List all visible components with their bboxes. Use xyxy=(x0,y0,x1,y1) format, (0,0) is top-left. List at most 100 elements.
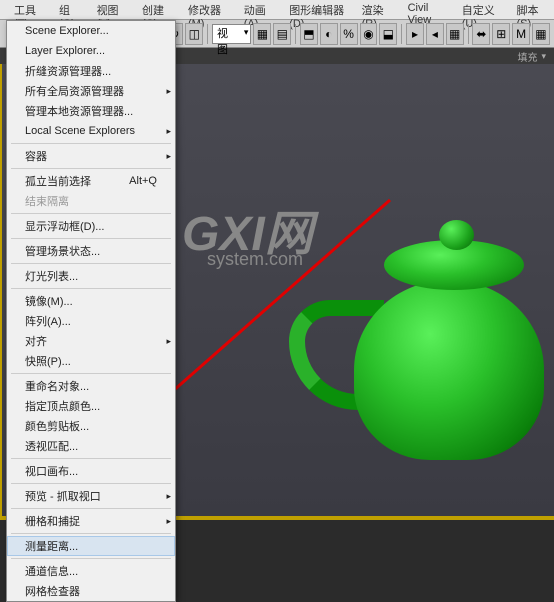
menu-item-label: 指定顶点颜色... xyxy=(25,398,100,414)
menu-view[interactable]: 视图(V) xyxy=(89,0,134,19)
menu-item-label: 重命名对象... xyxy=(25,378,89,394)
menu-item[interactable]: 视口画布... xyxy=(7,461,175,481)
toolbar-btn-10[interactable]: ▦ xyxy=(446,23,464,45)
menu-item-label: 预览 - 抓取视口 xyxy=(25,488,101,504)
menu-item[interactable]: Scene Explorer... xyxy=(7,21,175,41)
menu-shortcut: Alt+Q xyxy=(129,175,157,187)
menu-item[interactable]: 镜像(M)... xyxy=(7,291,175,311)
toolbar-btn-12[interactable]: ⊞ xyxy=(492,23,510,45)
toolbar-btn-7[interactable]: ⬓ xyxy=(379,23,397,45)
menu-group[interactable]: 组(G) xyxy=(51,0,89,19)
menu-customize[interactable]: 自定义(U) xyxy=(454,0,509,19)
menu-item-label: 折缝资源管理器... xyxy=(25,63,111,79)
menu-item[interactable]: 栅格和捕捉 ▸ xyxy=(7,511,175,531)
menu-separator xyxy=(11,238,171,239)
menu-item[interactable]: 颜色剪贴板... xyxy=(7,416,175,436)
toolbar-separator xyxy=(207,24,208,44)
menu-item-label: 视口画布... xyxy=(25,463,78,479)
menu-tools[interactable]: 工具(T) xyxy=(6,0,51,19)
submenu-arrow-icon: ▸ xyxy=(166,336,171,347)
menu-item-label: 对齐 xyxy=(25,333,47,349)
scale-icon[interactable]: ◫ xyxy=(185,23,203,45)
menu-item[interactable]: 阵列(A)... xyxy=(7,311,175,331)
menu-graph-editors[interactable]: 图形编辑器(D) xyxy=(281,0,353,19)
menu-item-label: 通道信息... xyxy=(25,563,78,579)
menu-item-label: 栅格和捕捉 xyxy=(25,513,80,529)
menu-item: 结束隔离 xyxy=(7,191,175,211)
menu-item-label: 显示浮动框(D)... xyxy=(25,218,104,234)
menu-item-label: 所有全局资源管理器 xyxy=(25,83,124,99)
menu-item-label: 网格检查器 xyxy=(25,583,80,599)
menu-rendering[interactable]: 渲染(R) xyxy=(354,0,400,19)
menu-item[interactable]: 预览 - 抓取视口 ▸ xyxy=(7,486,175,506)
menu-item[interactable]: 快照(P)... xyxy=(7,351,175,371)
menu-separator xyxy=(11,508,171,509)
menu-item-label: 测量距离... xyxy=(25,538,78,554)
menu-separator xyxy=(11,263,171,264)
toolbar-btn-11[interactable]: ⬌ xyxy=(472,23,490,45)
menu-item[interactable]: 孤立当前选择 Alt+Q xyxy=(7,171,175,191)
submenu-arrow-icon: ▸ xyxy=(166,491,171,502)
menu-item-label: 结束隔离 xyxy=(25,193,69,209)
toolbar-btn-14[interactable]: ▦ xyxy=(532,23,550,45)
menu-separator xyxy=(11,143,171,144)
menu-separator xyxy=(11,558,171,559)
submenu-arrow-icon: ▸ xyxy=(166,126,171,137)
toolbar-btn-5[interactable]: % xyxy=(340,23,358,45)
menu-item[interactable]: Local Scene Explorers ▸ xyxy=(7,121,175,141)
menu-item-label: 孤立当前选择 xyxy=(25,173,91,189)
toolbar-btn-2[interactable]: ▤ xyxy=(273,23,291,45)
submenu-arrow-icon: ▸ xyxy=(166,516,171,527)
chevron-down-icon[interactable]: ▾ xyxy=(541,51,546,62)
toolbar-separator xyxy=(468,24,469,44)
menu-item[interactable]: 管理场景状态... xyxy=(7,241,175,261)
menu-item[interactable]: 网格检查器 xyxy=(7,581,175,601)
toolbar-btn-8[interactable]: ▸ xyxy=(406,23,424,45)
menu-item-label: Local Scene Explorers xyxy=(25,125,135,137)
menu-item[interactable]: 显示浮动框(D)... xyxy=(7,216,175,236)
viewport-header-label: 填充 xyxy=(517,49,537,64)
submenu-arrow-icon: ▸ xyxy=(166,151,171,162)
menu-item[interactable]: 折缝资源管理器... xyxy=(7,61,175,81)
menu-scripting[interactable]: 脚本(S) xyxy=(509,0,554,19)
teapot-model[interactable] xyxy=(264,200,544,460)
toolbar-btn-1[interactable]: ▦ xyxy=(253,23,271,45)
view-combo[interactable]: 视图 xyxy=(212,24,251,44)
toolbar-btn-9[interactable]: ◂ xyxy=(426,23,444,45)
menu-item-label: 颜色剪贴板... xyxy=(25,418,89,434)
menu-item-label: Scene Explorer... xyxy=(25,25,109,37)
menu-item[interactable]: 重命名对象... xyxy=(7,376,175,396)
menu-item-label: 管理场景状态... xyxy=(25,243,100,259)
menu-separator xyxy=(11,373,171,374)
menu-separator xyxy=(11,458,171,459)
toolbar-btn-3[interactable]: ⬒ xyxy=(300,23,318,45)
menu-item[interactable]: 所有全局资源管理器 ▸ xyxy=(7,81,175,101)
menu-item-label: 管理本地资源管理器... xyxy=(25,103,133,119)
submenu-arrow-icon: ▸ xyxy=(166,86,171,97)
menu-item-label: 容器 xyxy=(25,148,47,164)
menubar: 工具(T) 组(G) 视图(V) 创建(C) 修改器(M) 动画(A) 图形编辑… xyxy=(0,0,554,20)
menu-separator xyxy=(11,213,171,214)
menu-civil-view[interactable]: Civil View xyxy=(400,0,454,19)
toolbar-btn-6[interactable]: ◉ xyxy=(360,23,378,45)
menu-item-label: 镜像(M)... xyxy=(25,293,73,309)
menu-modifiers[interactable]: 修改器(M) xyxy=(180,0,236,19)
menu-separator xyxy=(11,533,171,534)
menu-create[interactable]: 创建(C) xyxy=(134,0,180,19)
menu-item[interactable]: 测量距离... xyxy=(7,536,175,556)
menu-item[interactable]: 容器 ▸ xyxy=(7,146,175,166)
menu-item[interactable]: Layer Explorer... xyxy=(7,41,175,61)
menu-item[interactable]: 对齐 ▸ xyxy=(7,331,175,351)
menu-item[interactable]: 灯光列表... xyxy=(7,266,175,286)
toolbar-btn-13[interactable]: M xyxy=(512,23,530,45)
menu-animation[interactable]: 动画(A) xyxy=(236,0,281,19)
toolbar-separator xyxy=(401,24,402,44)
menu-item[interactable]: 透视匹配... xyxy=(7,436,175,456)
toolbar-separator xyxy=(295,24,296,44)
menu-separator xyxy=(11,483,171,484)
menu-item-label: Layer Explorer... xyxy=(25,45,105,57)
menu-item[interactable]: 通道信息... xyxy=(7,561,175,581)
toolbar-btn-4[interactable]: ◐ xyxy=(320,23,338,45)
menu-item[interactable]: 管理本地资源管理器... xyxy=(7,101,175,121)
menu-item[interactable]: 指定顶点颜色... xyxy=(7,396,175,416)
